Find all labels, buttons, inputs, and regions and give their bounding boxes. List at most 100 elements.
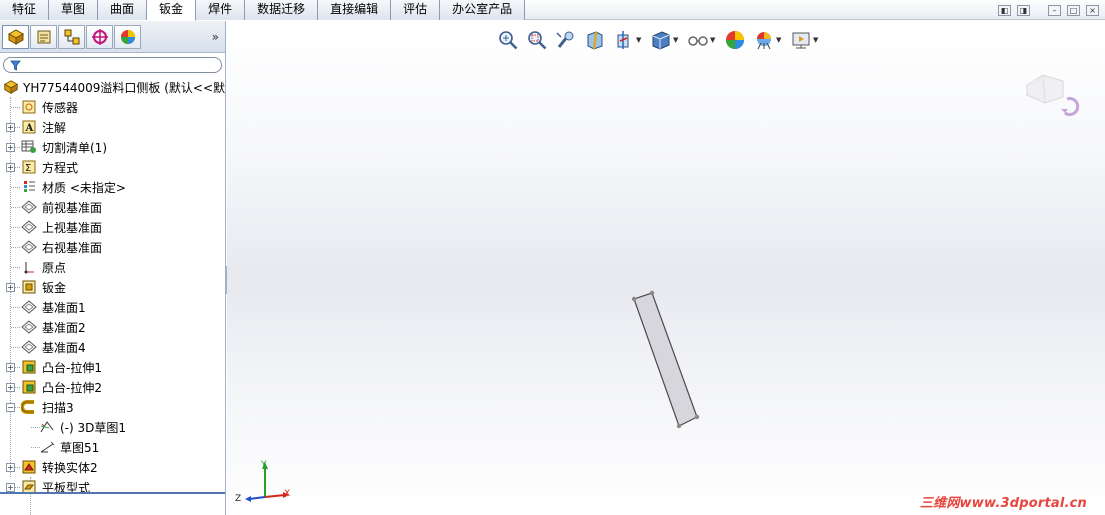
expand-toggle-icon[interactable]: +	[6, 142, 15, 152]
feature-tree: YH77544009溢料口侧板 (默认<<默认 传感器 + A 注解 + 切割清单(1) +…	[0, 77, 225, 515]
tree-item-label: 凸台-拉伸2	[42, 380, 102, 395]
tab-sketch[interactable]: 草图	[49, 0, 99, 20]
sketch3d-icon	[38, 419, 55, 435]
annotation-icon: A	[20, 119, 37, 135]
material-icon	[20, 179, 37, 195]
tree-item[interactable]: 基准面1	[0, 297, 225, 317]
view-settings-dropdown-icon[interactable]: ▼	[813, 36, 821, 44]
plane-icon	[20, 339, 37, 355]
sweep-icon	[20, 399, 37, 415]
tab-sheet-metal[interactable]: 钣金	[147, 0, 197, 21]
tab-list: 特征 草图 曲面 钣金 焊件 数据迁移 直接编辑 评估 办公室产品	[0, 0, 526, 21]
tree-item-label: 钣金	[42, 280, 67, 295]
tree-item[interactable]: (-) 3D草图1	[0, 417, 225, 437]
triad-z-label: Z	[235, 494, 242, 504]
panel-more-icon[interactable]: »	[212, 30, 219, 44]
tree-item[interactable]: 草图51	[0, 437, 225, 457]
tree-item[interactable]: + 转换实体2	[0, 457, 225, 477]
sketch-icon	[38, 439, 55, 455]
plane-icon	[20, 299, 37, 315]
tab-weldments[interactable]: 焊件	[196, 0, 246, 20]
display-style-icon[interactable]	[648, 28, 673, 53]
graphics-viewport[interactable]: ▼ ▼ ▼ ▼ ▼ Y Z X 三维网www.3dportal.cn	[227, 21, 1105, 515]
sensor-icon	[20, 99, 37, 115]
tab-surfaces[interactable]: 曲面	[98, 0, 148, 20]
display-style-dropdown-icon[interactable]: ▼	[673, 36, 681, 44]
tree-item-label: 扫描3	[42, 400, 74, 415]
tree-item[interactable]: + 凸台-拉伸2	[0, 377, 225, 397]
window-controls: ◧ ◨ – □ ×	[998, 5, 1099, 16]
expand-toggle-icon[interactable]: +	[6, 482, 15, 492]
tree-item[interactable]: 右视基准面	[0, 237, 225, 257]
tab-features[interactable]: 特征	[0, 0, 50, 20]
tile-right-icon[interactable]: ◨	[1017, 5, 1030, 16]
edit-appearance-icon[interactable]	[722, 28, 747, 53]
tree-item[interactable]: 上视基准面	[0, 217, 225, 237]
hide-show-dropdown-icon[interactable]: ▼	[710, 36, 718, 44]
tree-item[interactable]: + 钣金	[0, 277, 225, 297]
feature-manager-tab-icon[interactable]	[2, 24, 29, 49]
expand-toggle-icon[interactable]: +	[6, 462, 15, 472]
dimxpert-tab-icon[interactable]	[86, 24, 113, 49]
tree-item[interactable]: 前视基准面	[0, 197, 225, 217]
tree-root-label: YH77544009溢料口侧板 (默认<<默认	[23, 80, 225, 95]
view-orientation-icon[interactable]	[611, 28, 636, 53]
configuration-manager-tab-icon[interactable]	[58, 24, 85, 49]
tree-item-label: 方程式	[42, 160, 79, 175]
expand-toggle-icon[interactable]: +	[6, 382, 15, 392]
hide-show-items-icon[interactable]	[685, 28, 710, 53]
plane-icon	[20, 199, 37, 215]
tree-root-part[interactable]: YH77544009溢料口侧板 (默认<<默认	[0, 77, 225, 97]
tab-evaluate[interactable]: 评估	[391, 0, 441, 20]
panel-tab-strip: »	[0, 21, 225, 53]
tree-item[interactable]: 基准面2	[0, 317, 225, 337]
display-manager-tab-icon[interactable]	[114, 24, 141, 49]
origin-icon	[20, 259, 37, 275]
tab-office-products[interactable]: 办公室产品	[440, 0, 526, 20]
cutlist-icon	[20, 139, 37, 155]
tree-item[interactable]: − 扫描3	[0, 397, 225, 417]
tree-item[interactable]: + Σ 方程式	[0, 157, 225, 177]
tree-item-label: 注解	[42, 120, 67, 135]
tree-item[interactable]: 材质 <未指定>	[0, 177, 225, 197]
tree-item-label: 基准面4	[42, 340, 86, 355]
property-manager-tab-icon[interactable]	[30, 24, 57, 49]
apply-scene-icon[interactable]	[751, 28, 776, 53]
convert-entity-icon	[20, 459, 37, 475]
filter-input[interactable]	[3, 57, 222, 73]
minimize-icon[interactable]: –	[1048, 5, 1061, 16]
triad-y-label: Y	[261, 460, 267, 470]
zoom-to-area-icon[interactable]	[524, 28, 549, 53]
tab-direct-editing[interactable]: 直接编辑	[318, 0, 392, 20]
tree-item[interactable]: 传感器	[0, 97, 225, 117]
expand-toggle-icon[interactable]: +	[6, 122, 15, 132]
apply-scene-dropdown-icon[interactable]: ▼	[776, 36, 784, 44]
tree-item-label: 上视基准面	[42, 220, 103, 235]
tile-left-icon[interactable]: ◧	[998, 5, 1011, 16]
collapse-toggle-icon[interactable]: −	[6, 402, 15, 412]
close-icon[interactable]: ×	[1086, 5, 1099, 16]
section-view-icon[interactable]	[582, 28, 607, 53]
zoom-to-fit-icon[interactable]	[495, 28, 520, 53]
tree-item[interactable]: + 平板型式	[0, 477, 225, 497]
view-orientation-dropdown-icon[interactable]: ▼	[636, 36, 644, 44]
maximize-icon[interactable]: □	[1067, 5, 1080, 16]
tree-item[interactable]: + A 注解	[0, 117, 225, 137]
orientation-cube-icon[interactable]	[1023, 69, 1081, 124]
tree-item[interactable]: 原点	[0, 257, 225, 277]
svg-text:Σ: Σ	[25, 163, 31, 174]
expand-toggle-icon[interactable]: +	[6, 282, 15, 292]
part-model[interactable]	[622, 283, 712, 433]
tree-item[interactable]: 基准面4	[0, 337, 225, 357]
tree-item-label: 草图51	[60, 440, 100, 455]
plane-icon	[20, 319, 37, 335]
previous-view-icon[interactable]	[553, 28, 578, 53]
tree-item-label: 切割清单(1)	[42, 140, 107, 155]
view-settings-icon[interactable]	[788, 28, 813, 53]
tree-item[interactable]: + 切割清单(1)	[0, 137, 225, 157]
expand-toggle-icon[interactable]: +	[6, 162, 15, 172]
expand-toggle-icon[interactable]: +	[6, 362, 15, 372]
tree-item[interactable]: + 凸台-拉伸1	[0, 357, 225, 377]
tab-data-migration[interactable]: 数据迁移	[245, 0, 319, 20]
tree-item-label: 材质 <未指定>	[42, 180, 126, 195]
